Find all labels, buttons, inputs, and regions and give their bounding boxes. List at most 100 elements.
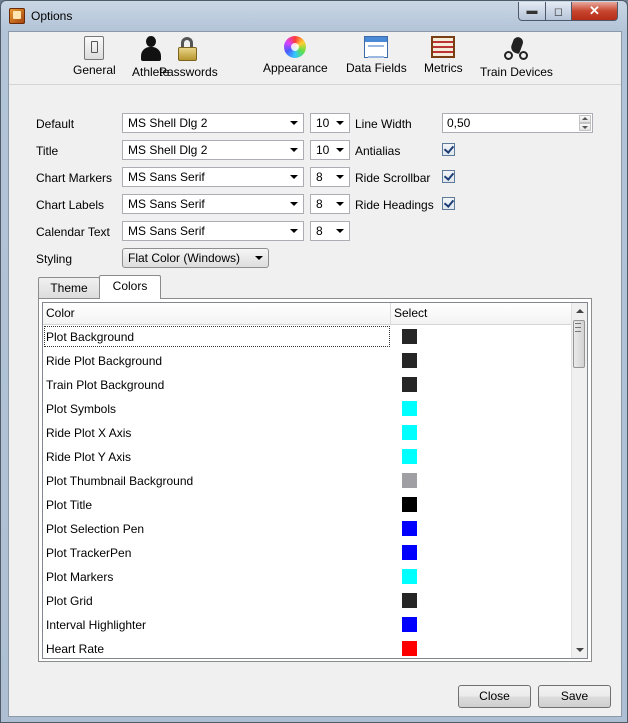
chevron-down-icon xyxy=(336,175,344,179)
title-size-combo[interactable]: 10 xyxy=(310,140,350,160)
toolbar-label: Data Fields xyxy=(346,61,407,75)
table-row[interactable]: Plot Selection Pen xyxy=(43,517,573,541)
table-row[interactable]: Interval Highlighter xyxy=(43,613,573,637)
table-row[interactable]: Plot Markers xyxy=(43,565,573,589)
default-size-combo[interactable]: 10 xyxy=(310,113,350,133)
antialias-label: Antialias xyxy=(355,144,401,158)
table-row[interactable]: Plot Grid xyxy=(43,589,573,613)
toolbar-label: Passwords xyxy=(159,65,218,79)
scroll-down-icon[interactable] xyxy=(576,648,584,652)
calendar-text-font-combo[interactable]: MS Sans Serif xyxy=(122,221,304,241)
default-font-combo[interactable]: MS Shell Dlg 2 xyxy=(122,113,304,133)
color-name: Train Plot Background xyxy=(46,378,165,392)
table-row[interactable]: Heart Rate xyxy=(43,637,573,658)
title-bar[interactable]: Options ▬ ◻ ✕ xyxy=(1,1,627,31)
toolbar-data-fields[interactable]: Data Fields xyxy=(346,36,407,75)
chart-markers-font-combo[interactable]: MS Sans Serif xyxy=(122,167,304,187)
color-swatch-button[interactable] xyxy=(402,569,417,584)
combo-value: 10 xyxy=(316,116,330,130)
toolbar-metrics[interactable]: Metrics xyxy=(424,36,463,75)
chevron-down-icon xyxy=(290,148,298,152)
styling-combo[interactable]: Flat Color (Windows) xyxy=(122,248,269,268)
line-width-spinbox[interactable]: 0,50 xyxy=(442,113,593,133)
color-swatch-button[interactable] xyxy=(402,353,417,368)
table-row[interactable]: Ride Plot Y Axis xyxy=(43,445,573,469)
color-name: Heart Rate xyxy=(46,642,105,656)
column-header-select[interactable]: Select xyxy=(394,306,427,320)
table-row[interactable]: Plot Thumbnail Background xyxy=(43,469,573,493)
color-swatch-button[interactable] xyxy=(402,329,417,344)
toolbar-appearance[interactable]: Appearance xyxy=(263,36,328,75)
color-name: Plot Title xyxy=(46,498,93,512)
scroll-up-icon[interactable] xyxy=(576,309,584,313)
close-window-button[interactable]: ✕ xyxy=(571,2,618,21)
column-divider[interactable] xyxy=(390,303,391,324)
color-name: Plot Thumbnail Background xyxy=(46,474,194,488)
ride-scrollbar-label: Ride Scrollbar xyxy=(355,171,431,185)
tab-colors[interactable]: Colors xyxy=(99,275,161,299)
antialias-checkbox[interactable] xyxy=(442,143,455,156)
save-button[interactable]: Save xyxy=(538,685,611,708)
spin-down-icon[interactable] xyxy=(579,123,591,131)
toolbar-train-devices[interactable]: Train Devices xyxy=(480,35,553,79)
color-name: Plot Grid xyxy=(46,594,93,608)
options-toolbar: General Athlete Passwords Appearance Dat… xyxy=(9,32,621,85)
table-row[interactable]: Ride Plot Background xyxy=(43,349,573,373)
colors-tab-pane: Color Select Plot Background Ride Plot B… xyxy=(38,298,592,662)
chevron-down-icon xyxy=(336,148,344,152)
combo-value: MS Shell Dlg 2 xyxy=(128,143,208,157)
color-swatch-button[interactable] xyxy=(402,641,417,656)
chart-labels-size-combo[interactable]: 8 xyxy=(310,194,350,214)
table-row[interactable]: Train Plot Background xyxy=(43,373,573,397)
maximize-button[interactable]: ◻ xyxy=(545,2,572,21)
color-swatch-button[interactable] xyxy=(402,593,417,608)
close-button[interactable]: Close xyxy=(458,685,531,708)
table-header: Color Select xyxy=(43,303,573,325)
combo-value: MS Shell Dlg 2 xyxy=(128,116,208,130)
combo-value: MS Sans Serif xyxy=(128,224,205,238)
chevron-down-icon xyxy=(336,229,344,233)
color-swatch-button[interactable] xyxy=(402,377,417,392)
minimize-button[interactable]: ▬ xyxy=(518,2,546,21)
color-swatch-button[interactable] xyxy=(402,617,417,632)
options-window: Options ▬ ◻ ✕ General Athlete Passwords … xyxy=(0,0,628,723)
color-swatch-button[interactable] xyxy=(402,449,417,464)
combo-value: 10 xyxy=(316,143,330,157)
table-row[interactable]: Plot Background xyxy=(43,325,573,349)
maximize-icon: ◻ xyxy=(553,5,564,18)
color-name: Interval Highlighter xyxy=(46,618,147,632)
table-row[interactable]: Plot TrackerPen xyxy=(43,541,573,565)
color-swatch-button[interactable] xyxy=(402,497,417,512)
vertical-scrollbar[interactable] xyxy=(571,303,587,658)
toolbar-general[interactable]: General xyxy=(73,36,116,77)
column-header-color[interactable]: Color xyxy=(46,306,75,320)
combo-value: Flat Color (Windows) xyxy=(128,251,241,265)
color-swatch-button[interactable] xyxy=(402,425,417,440)
close-icon: ✕ xyxy=(589,3,600,18)
chart-markers-size-combo[interactable]: 8 xyxy=(310,167,350,187)
ride-headings-checkbox[interactable] xyxy=(442,197,455,210)
line-width-value: 0,50 xyxy=(447,116,471,130)
title-font-combo[interactable]: MS Shell Dlg 2 xyxy=(122,140,304,160)
toolbar-label: Appearance xyxy=(263,61,328,75)
styling-label: Styling xyxy=(36,252,73,266)
table-row[interactable]: Plot Symbols xyxy=(43,397,573,421)
toolbar-passwords[interactable]: Passwords xyxy=(159,36,218,79)
color-name: Plot Symbols xyxy=(46,402,117,416)
table-row[interactable]: Plot Title xyxy=(43,493,573,517)
chart-labels-font-combo[interactable]: MS Sans Serif xyxy=(122,194,304,214)
tab-theme[interactable]: Theme xyxy=(38,277,100,299)
calendar-text-font-label: Calendar Text xyxy=(36,225,110,239)
color-swatch-button[interactable] xyxy=(402,521,417,536)
lock-icon xyxy=(175,36,201,62)
color-swatch-button[interactable] xyxy=(402,545,417,560)
color-name: Plot TrackerPen xyxy=(46,546,132,560)
ride-scrollbar-checkbox[interactable] xyxy=(442,170,455,183)
color-swatch-button[interactable] xyxy=(402,473,417,488)
combo-value: 8 xyxy=(316,224,323,238)
spin-up-icon[interactable] xyxy=(579,115,591,123)
color-swatch-button[interactable] xyxy=(402,401,417,416)
calendar-text-size-combo[interactable]: 8 xyxy=(310,221,350,241)
window-title: Options xyxy=(31,9,73,23)
table-row[interactable]: Ride Plot X Axis xyxy=(43,421,573,445)
